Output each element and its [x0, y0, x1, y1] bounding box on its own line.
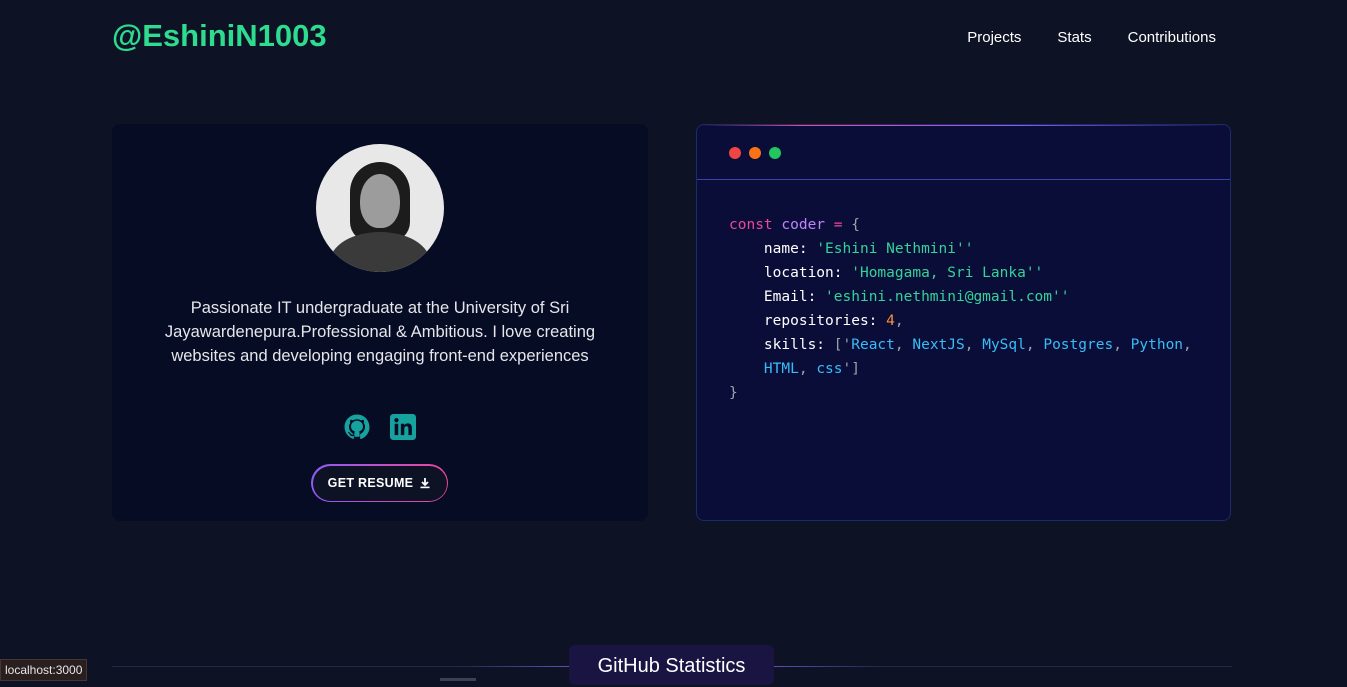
github-icon[interactable] [344, 414, 370, 440]
header: @EshiniN1003 Projects Stats Contribution… [112, 18, 1232, 58]
nav-stats[interactable]: Stats [1057, 29, 1091, 46]
nav-projects[interactable]: Projects [967, 29, 1021, 46]
code-snippet: const coder = { name: 'Eshini Nethmini''… [729, 217, 1192, 401]
window-close-dot [729, 147, 741, 159]
linkedin-icon[interactable] [390, 414, 416, 440]
download-icon [420, 478, 430, 489]
github-statistics-heading: GitHub Statistics [569, 645, 774, 685]
nav: Projects Stats Contributions [967, 29, 1216, 46]
avatar [316, 144, 444, 272]
code-window: const coder = { name: 'Eshini Nethmini''… [696, 124, 1231, 521]
nav-contributions[interactable]: Contributions [1128, 29, 1216, 46]
get-resume-button[interactable]: GET RESUME [311, 464, 448, 502]
code-window-titlebar [697, 125, 1230, 180]
status-bar-url: localhost:3000 [0, 659, 88, 681]
brand-logo[interactable]: @EshiniN1003 [112, 18, 327, 54]
window-minimize-dot [749, 147, 761, 159]
window-maximize-dot [769, 147, 781, 159]
social-links [112, 414, 648, 440]
resume-label: GET RESUME [327, 476, 414, 490]
bio-text: Passionate IT undergraduate at the Unive… [164, 299, 596, 365]
profile-card: Passionate IT undergraduate at the Unive… [112, 124, 648, 521]
